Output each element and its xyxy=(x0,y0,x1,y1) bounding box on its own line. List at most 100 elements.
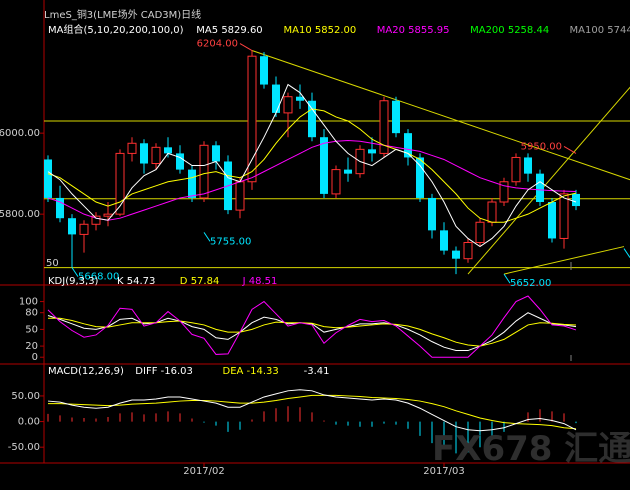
kdj-tick-label: 100 xyxy=(19,297,38,308)
price-annotation: 5755.00 xyxy=(210,236,251,247)
macd-diff-line xyxy=(47,389,577,432)
macd-dea-line xyxy=(48,394,577,430)
candle-body-down xyxy=(524,157,532,174)
macd-legend-item: DEA -14.33 xyxy=(223,366,279,377)
kdj-legend-item-value: 48.51 xyxy=(249,276,278,287)
candle-body-down xyxy=(572,193,580,207)
macd-legend-label: MACD(12,26,9) xyxy=(48,366,124,377)
candle-body-down xyxy=(176,153,184,170)
kdj-k-line xyxy=(47,312,577,352)
main-legend-item-value: 5855.95 xyxy=(408,25,449,36)
main-legend-item: MA5 5829.60 xyxy=(196,25,262,36)
price-annotation: 6204.00 xyxy=(197,39,238,50)
chart-frame xyxy=(0,0,630,464)
annotation-pointer xyxy=(563,145,577,154)
candle-body-down xyxy=(428,197,436,231)
kdj-panel: KDJ(9,3,3) K 54.73 D 57.84 J 48.51 10080 50 20… xyxy=(19,276,577,363)
chart-window: MA组合(5,10,20,200,100,0) MA5 5829.60 MA10 5… xyxy=(0,0,630,490)
macd-legend-item-value: -3.41 xyxy=(304,366,330,377)
macd-legend-item-value: -16.03 xyxy=(161,366,193,377)
candle-body-up xyxy=(127,142,137,154)
kdj-legend-item-value: 57.84 xyxy=(191,276,220,287)
ma20-line xyxy=(47,139,577,221)
candle-body-down xyxy=(368,149,376,154)
kdj-legend-item: J 48.51 xyxy=(242,276,278,287)
kdj-legend-item-label: K xyxy=(117,276,127,287)
corner-label: 50 xyxy=(46,258,59,269)
main-legend-item: MA10 5852.00 xyxy=(284,25,357,36)
kdj-j-line xyxy=(47,295,577,358)
candle-body-down xyxy=(212,145,220,162)
main-legend-item: MA200 5258.44 xyxy=(470,25,549,36)
candle-body-up xyxy=(475,221,485,243)
candle-body-down xyxy=(536,173,544,202)
chart-canvas[interactable]: MA组合(5,10,20,200,100,0) MA5 5829.60 MA10 5… xyxy=(0,0,630,490)
window-title: LmeS_铜3(LME场外 CAD3M)日线 xyxy=(44,8,201,21)
kdj-tick-label: 50 xyxy=(25,324,38,335)
main-legend-label: MA组合(5,10,20,200,100,0) xyxy=(48,23,184,36)
main-legend-item-value: 5258.44 xyxy=(508,25,549,36)
candle-body-down xyxy=(296,96,304,101)
kdj-legend-item-label: J xyxy=(242,276,249,287)
macd-tick-label: 50.00 xyxy=(11,391,40,402)
candle-body-up xyxy=(283,96,293,114)
main-legend-item: MA20 5855.95 xyxy=(377,25,450,36)
candle-body-up xyxy=(559,193,569,239)
time-tick-label: 2017/02 xyxy=(183,466,225,477)
macd-legend-item: DIFF -16.03 xyxy=(135,366,193,377)
main-legend-item-value: 5829.60 xyxy=(221,25,262,36)
kdj-tick-label: 0 xyxy=(32,352,38,363)
candle-body-up xyxy=(331,169,341,195)
macd-legend-item-value: -14.33 xyxy=(247,366,279,377)
candle-body-down xyxy=(260,56,268,85)
kdj-legend-item: K 54.73 xyxy=(117,276,155,287)
candle-body-up xyxy=(487,201,497,223)
candle-body-down xyxy=(188,169,196,198)
candle-body-up xyxy=(463,242,473,260)
kdj-legend-item-value: 54.73 xyxy=(127,276,156,287)
macd-legend-item-label: DEA xyxy=(223,366,247,377)
macd-tick-label: -50.00 xyxy=(8,442,40,453)
main-legend-item: MA100 5744.39 xyxy=(570,25,630,36)
kdj-tick-label: 80 xyxy=(25,308,38,319)
main-legend-item-value: 5852.00 xyxy=(315,25,356,36)
main-price-panel: MA组合(5,10,20,200,100,0) MA5 5829.60 MA10 5… xyxy=(0,23,630,289)
candle-body-down xyxy=(44,159,52,198)
main-legend-item-value: 5744.39 xyxy=(607,25,630,36)
candle-body-up xyxy=(247,55,257,183)
candle-body-up xyxy=(115,152,125,215)
macd-legend-item: -3.41 xyxy=(304,366,330,377)
candle-body-down xyxy=(548,202,556,239)
annotation-pointer xyxy=(239,43,253,51)
candle-body-down xyxy=(440,230,448,251)
price-annotation: 5950.00 xyxy=(521,141,562,152)
candle-body-down xyxy=(320,137,328,194)
candle-body-up xyxy=(511,156,521,183)
price-tick-label: 6000.00 xyxy=(0,128,40,139)
kdj-legend-label: KDJ(9,3,3) xyxy=(48,276,99,287)
trend-line xyxy=(503,246,625,275)
kdj-d-line xyxy=(48,317,577,347)
candle-body-down xyxy=(344,169,352,174)
price-tick-label: 5800.00 xyxy=(0,209,40,220)
main-legend-item-label: MA200 xyxy=(470,25,508,36)
kdj-tick-label: 20 xyxy=(25,341,38,352)
macd-legend-item-label: DIFF xyxy=(135,366,160,377)
main-legend-item-label: MA5 xyxy=(196,25,221,36)
kdj-legend-item-label: D xyxy=(180,276,191,287)
candle-body-down xyxy=(140,143,148,164)
main-legend-item-label: MA20 xyxy=(377,25,408,36)
candle-body-down xyxy=(416,157,424,198)
watermark-logo: FX678 汇通网 xyxy=(432,429,630,469)
candle-body-down xyxy=(452,250,460,259)
candle-body-down xyxy=(392,100,400,134)
candle-body-down xyxy=(164,147,172,154)
candle-body-up xyxy=(199,144,209,199)
candle-body-up xyxy=(235,181,245,211)
candle-body-up xyxy=(103,213,113,217)
kdj-legend-item: D 57.84 xyxy=(180,276,220,287)
candle-body-up xyxy=(151,146,161,165)
main-legend-item-label: MA100 xyxy=(570,25,608,36)
main-legend-item-label: MA10 xyxy=(284,25,315,36)
macd-tick-label: 0.00 xyxy=(18,417,40,428)
